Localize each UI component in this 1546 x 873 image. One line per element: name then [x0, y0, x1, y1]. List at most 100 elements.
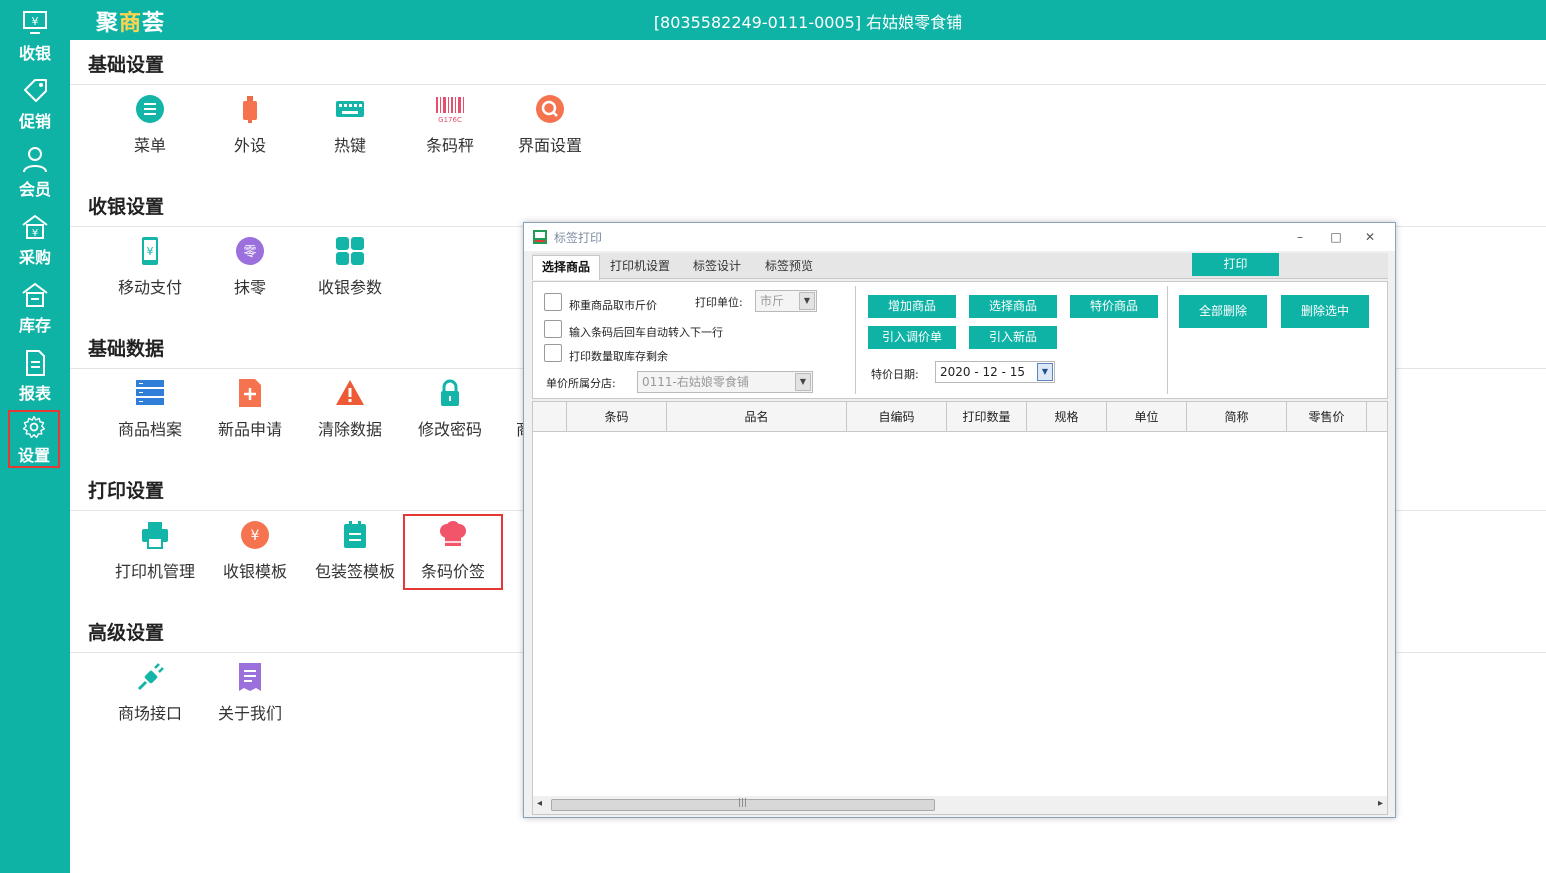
- grid-col-short-name[interactable]: 简称: [1187, 402, 1287, 432]
- app-window-icon: [533, 230, 547, 244]
- delete-selected-button[interactable]: 删除选中: [1281, 295, 1369, 328]
- import-new-product-button[interactable]: 引入新品: [969, 326, 1057, 349]
- new-product-icon: [239, 379, 261, 407]
- qty-from-stock-label: 打印数量取库存剩余: [569, 350, 668, 363]
- dialog-title: 标签打印: [554, 231, 603, 245]
- sidebar-item-label: 设置: [17, 446, 50, 465]
- tile-clear-data[interactable]: 清除数据: [300, 370, 400, 440]
- print-button[interactable]: 打印: [1192, 253, 1279, 276]
- gear-icon: [22, 415, 46, 439]
- cashier-params-icon: [336, 237, 364, 265]
- tile-product-archive[interactable]: 商品档案: [100, 370, 200, 440]
- product-archive-icon: [136, 380, 164, 405]
- sidebar: ¥ 收银 促销 会员 ¥ 采购 库存 报表 设置: [0, 0, 70, 873]
- tile-printer-manage[interactable]: 打印机管理: [105, 512, 205, 582]
- tile-barcode-scale[interactable]: G176C 条码秤: [400, 86, 500, 156]
- sidebar-item-label: 收银: [18, 44, 51, 63]
- divider: [1167, 286, 1168, 394]
- tile-cashier-params[interactable]: 收银参数: [300, 228, 400, 298]
- tab-label-preview[interactable]: 标签预览: [754, 255, 824, 279]
- tile-round-off[interactable]: 零 抹零: [200, 228, 300, 298]
- sidebar-item-label: 促销: [18, 112, 51, 131]
- auto-next-checkbox[interactable]: [544, 320, 562, 338]
- grid-col-spec[interactable]: 规格: [1027, 402, 1107, 432]
- tile-label: 抹零: [233, 278, 266, 297]
- svg-text:¥: ¥: [251, 528, 260, 544]
- grid-col-name[interactable]: 品名: [667, 402, 847, 432]
- horizontal-scrollbar[interactable]: ◂ ||| ▸: [533, 796, 1387, 814]
- tile-label: 条码价签: [420, 562, 485, 581]
- tile-interface-settings[interactable]: 界面设置: [500, 86, 600, 156]
- tab-printer-settings[interactable]: 打印机设置: [602, 255, 678, 279]
- tile-about-us[interactable]: 关于我们: [200, 654, 300, 724]
- svg-text:¥: ¥: [32, 15, 39, 28]
- grid-col-print-qty[interactable]: 打印数量: [947, 402, 1027, 432]
- tile-barcode-price-tag[interactable]: 条码价签: [403, 514, 503, 590]
- grid-col-selector[interactable]: [533, 402, 567, 432]
- tile-mobile-pay[interactable]: ¥ 移动支付: [100, 228, 200, 298]
- sidebar-item-report[interactable]: 报表: [0, 344, 70, 408]
- special-product-button[interactable]: 特价商品: [1070, 295, 1158, 318]
- qty-from-stock-checkbox[interactable]: [544, 344, 562, 362]
- scroll-left-icon[interactable]: ◂: [537, 798, 542, 809]
- tile-partially-hidden[interactable]: 商: [500, 370, 523, 440]
- svg-text:¥: ¥: [32, 228, 38, 239]
- sidebar-item-purchase[interactable]: ¥ 采购: [0, 208, 70, 272]
- delete-all-button[interactable]: 全部删除: [1179, 295, 1267, 328]
- close-button[interactable]: ✕: [1358, 227, 1382, 247]
- plug-interface-icon: [137, 663, 164, 691]
- tile-peripheral[interactable]: 外设: [200, 86, 300, 156]
- scroll-right-icon[interactable]: ▸: [1378, 798, 1383, 809]
- import-price-adjust-button[interactable]: 引入调价单: [868, 326, 956, 349]
- sidebar-item-promotion[interactable]: 促销: [0, 72, 70, 136]
- special-date-picker[interactable]: 2020 - 12 - 15 ▼: [935, 361, 1055, 383]
- tile-new-product[interactable]: 新品申请: [200, 370, 300, 440]
- sidebar-item-inventory[interactable]: 库存: [0, 276, 70, 340]
- grid-col-retail-price[interactable]: 零售价: [1287, 402, 1367, 432]
- label-print-dialog: 标签打印 – □ ✕ 选择商品 打印机设置 标签设计 标签预览 打印 称重商品取…: [523, 222, 1396, 818]
- grid-col-self-code[interactable]: 自编码: [847, 402, 947, 432]
- sidebar-item-label: 采购: [18, 248, 51, 267]
- grid-col-barcode[interactable]: 条码: [567, 402, 667, 432]
- add-product-button[interactable]: 增加商品: [868, 295, 956, 318]
- cashier-icon: ¥: [23, 11, 47, 34]
- select-product-button[interactable]: 选择商品: [969, 295, 1057, 318]
- tile-label: 清除数据: [317, 420, 382, 439]
- tile-change-password[interactable]: 修改密码: [400, 370, 500, 440]
- tile-hotkey[interactable]: 热键: [300, 86, 400, 156]
- purchase-icon: ¥: [22, 214, 48, 239]
- minimize-button[interactable]: –: [1288, 227, 1312, 247]
- sidebar-item-member[interactable]: 会员: [0, 140, 70, 204]
- branch-select[interactable]: 0111-右姑娘零食铺 ▼: [637, 371, 813, 393]
- tab-select-product[interactable]: 选择商品: [532, 255, 600, 280]
- tile-package-label-template[interactable]: 包装签模板: [305, 512, 405, 582]
- round-off-icon: 零: [236, 237, 264, 265]
- section-title-basic-data: 基础数据: [88, 338, 165, 360]
- product-grid: 条码 品名 自编码 打印数量 规格 单位 简称 零售价 ◂ ||| ▸: [532, 401, 1388, 815]
- sidebar-item-label: 会员: [18, 180, 51, 199]
- auto-next-label: 输入条码后回车自动转入下一行: [569, 326, 723, 339]
- scroll-thumb[interactable]: |||: [551, 798, 935, 811]
- dialog-title-bar[interactable]: 标签打印 – □ ✕: [524, 223, 1395, 251]
- top-bar: 聚商荟 [8035582249-0111-0005] 右姑娘零食铺: [70, 0, 1546, 40]
- tile-label: 收银参数: [317, 278, 382, 297]
- report-icon: [26, 350, 45, 376]
- print-unit-select[interactable]: 市斤 ▼: [755, 290, 817, 312]
- tab-label-design[interactable]: 标签设计: [682, 255, 752, 279]
- lock-icon: [441, 379, 459, 406]
- chevron-down-icon: ▼: [1037, 363, 1053, 381]
- tile-menu[interactable]: 菜单: [100, 86, 200, 156]
- tile-label: 条码秤: [425, 136, 474, 155]
- sidebar-item-settings[interactable]: 设置: [8, 410, 60, 468]
- chevron-down-icon: ▼: [799, 292, 815, 310]
- sidebar-item-cashier[interactable]: ¥ 收银: [0, 4, 70, 68]
- tile-cashier-template[interactable]: ¥ 收银模板: [205, 512, 305, 582]
- tile-mall-interface[interactable]: 商场接口: [100, 654, 200, 724]
- grid-col-unit[interactable]: 单位: [1107, 402, 1187, 432]
- section-divider: [70, 84, 1546, 85]
- weigh-price-label: 称重商品取市斤价: [569, 299, 657, 312]
- tile-label: 热键: [333, 136, 366, 155]
- weigh-price-checkbox[interactable]: [544, 293, 562, 311]
- maximize-button[interactable]: □: [1324, 227, 1348, 247]
- tile-label: 界面设置: [517, 136, 582, 155]
